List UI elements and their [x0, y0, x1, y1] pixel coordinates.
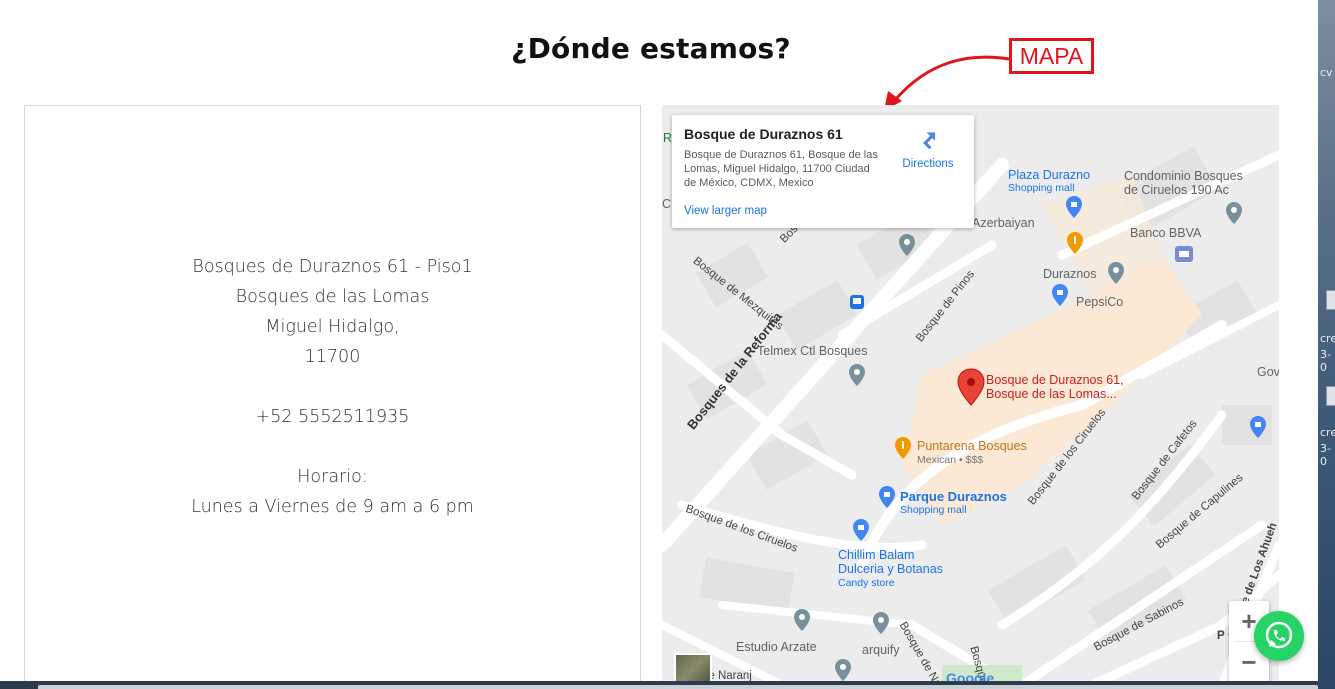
directions-button[interactable]: Directions	[892, 127, 964, 170]
place-title: Bosque de Duraznos 61	[684, 126, 843, 142]
google-logo: Google	[946, 670, 995, 681]
desktop-file-label: cv	[1320, 66, 1333, 79]
place-label[interactable]: Parque Duraznos Shopping mall	[900, 489, 1007, 516]
whatsapp-icon	[1265, 621, 1293, 649]
place-info-card: Bosque de Duraznos 61 Bosque de Duraznos…	[672, 115, 974, 228]
place-address: Bosque de Duraznos 61, Bosque de las Lom…	[684, 149, 878, 189]
annotation-label: MAPA	[1009, 38, 1094, 74]
directions-icon	[923, 132, 936, 150]
place-label[interactable]: PepsiCo	[1076, 295, 1123, 309]
dock-strip	[38, 685, 1318, 689]
desktop-file-icon[interactable]	[1326, 386, 1335, 406]
satellite-toggle[interactable]	[674, 653, 712, 681]
phone-number[interactable]: +52 5552511935	[25, 402, 640, 432]
place-label[interactable]: Plaza Durazno Shopping mall	[1008, 168, 1090, 194]
place-label[interactable]: Puntarena Bosques Mexican • $$$	[917, 439, 1027, 467]
marker-label[interactable]: Bosque de Duraznos 61, Bosque de las Lom…	[986, 373, 1124, 401]
hours-label: Horario:	[297, 467, 368, 487]
map-pin-icon[interactable]	[834, 658, 852, 681]
map-pin-icon[interactable]	[848, 363, 866, 387]
hours-value: Lunes a Viernes de 9 am a 6 pm	[191, 497, 474, 517]
map-pin-icon[interactable]	[793, 608, 811, 632]
place-label[interactable]: Banco BBVA	[1130, 226, 1201, 240]
map-edge-label: C	[662, 197, 672, 211]
map-edge-label: R	[663, 131, 673, 145]
postal-code: 11700	[304, 347, 361, 367]
address-line: Bosques de Duraznos 61 - Piso1	[192, 257, 473, 277]
shopping-pin-icon[interactable]	[1051, 283, 1069, 307]
place-label[interactable]: Azerbaiyan	[972, 216, 1035, 230]
desktop-file-icon[interactable]	[1326, 290, 1335, 310]
section-title: ¿Dónde estamos?	[511, 32, 791, 65]
whatsapp-button[interactable]	[1254, 611, 1304, 661]
desktop-file-label: cre	[1320, 426, 1335, 439]
desktop-file-label: cre	[1320, 332, 1335, 345]
map-pin-icon[interactable]	[1107, 261, 1125, 285]
address-line: Bosques de las Lomas	[235, 287, 430, 307]
address-line: Miguel Hidalgo,	[265, 317, 400, 337]
street-label: P	[1217, 630, 1225, 642]
map-pin-icon[interactable]	[898, 233, 916, 257]
place-label[interactable]: Estudio Arzate	[736, 640, 817, 654]
location-marker-icon[interactable]	[957, 368, 985, 406]
desktop-file-label: 3-0	[1320, 442, 1331, 468]
restaurant-pin-icon[interactable]	[1066, 231, 1084, 255]
map-pin-icon[interactable]	[1225, 201, 1243, 225]
browser-page: ¿Dónde estamos? MAPA Bosques de Duraznos…	[0, 0, 1318, 681]
place-label[interactable]: arquify	[862, 643, 900, 657]
shopping-pin-icon[interactable]	[878, 485, 896, 509]
place-label[interactable]: Telmex Ctl Bosques	[757, 344, 867, 358]
bank-icon[interactable]	[1174, 245, 1194, 265]
map-pin-icon[interactable]	[872, 611, 890, 635]
view-larger-map-link[interactable]: View larger map	[684, 205, 767, 217]
bus-stop-icon[interactable]	[850, 295, 864, 309]
shopping-pin-icon[interactable]	[1065, 195, 1083, 219]
shopping-pin-icon[interactable]	[852, 518, 870, 542]
place-label[interactable]: Duraznos	[1043, 267, 1097, 281]
shopping-pin-icon[interactable]	[1249, 415, 1267, 439]
place-label: Gove	[1257, 365, 1279, 379]
desktop-file-label: 3-0	[1320, 348, 1331, 374]
restaurant-pin-icon[interactable]	[894, 436, 912, 460]
place-label[interactable]: Chillim Balam Dulceria y Botanas Candy s…	[838, 548, 943, 590]
place-label[interactable]: Condominio Bosques de Ciruelos 190 Ac	[1124, 169, 1243, 197]
contact-info-card: Bosques de Duraznos 61 - Piso1 Bosques d…	[24, 105, 641, 681]
map-embed[interactable]: Bosques de la Reforma Bosque de Mezquite…	[662, 105, 1279, 681]
